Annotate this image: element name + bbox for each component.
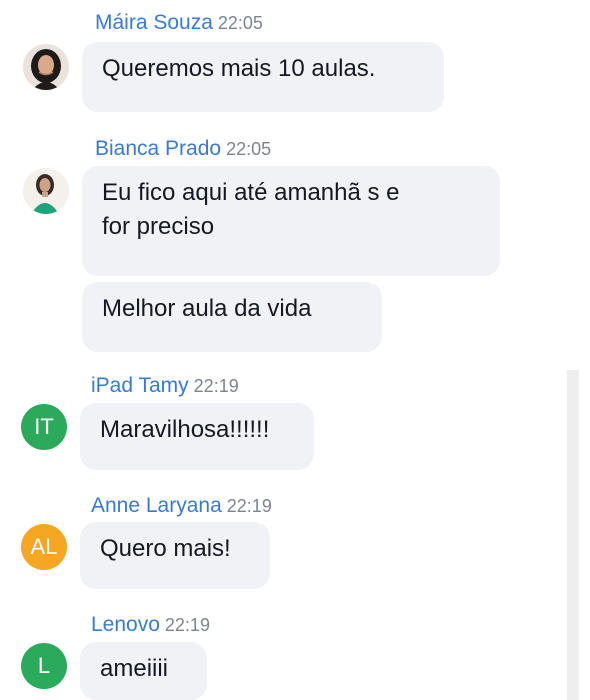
avatar[interactable] (23, 168, 69, 214)
avatar[interactable]: IT (21, 404, 67, 450)
message-text: Melhor aula da vida (102, 295, 312, 322)
message-text: Maravilhosa!!!!!! (100, 416, 270, 443)
avatar[interactable]: L (21, 643, 67, 689)
message-time: 22:05 (217, 13, 263, 33)
message-time: 22:19 (193, 376, 239, 396)
message-text: Quero mais! (100, 535, 231, 562)
scrollbar-track[interactable] (567, 370, 579, 700)
message-header: iPad Tamy 22:19 (91, 373, 239, 399)
message-bubble[interactable]: Eu fico aqui até amanhã s e for preciso (82, 166, 500, 276)
message-header: Anne Laryana 22:19 (91, 493, 272, 519)
message-header: Bianca Prado 22:05 (95, 136, 271, 162)
author-name[interactable]: iPad Tamy (91, 374, 189, 397)
chat-message-list: Máira Souza 22:05 Queremos mais 10 aulas.… (0, 0, 590, 700)
message-text: ameiiii (100, 655, 169, 682)
message-bubble[interactable]: Maravilhosa!!!!!! (80, 403, 314, 470)
message-header: Máira Souza 22:05 (95, 10, 263, 36)
avatar[interactable]: AL (21, 524, 67, 570)
avatar-initials: AL (30, 534, 58, 559)
author-name[interactable]: Anne Laryana (91, 494, 222, 517)
message-bubble[interactable]: Quero mais! (80, 522, 270, 589)
avatar-initials: L (37, 653, 51, 678)
message-text: Eu fico aqui até amanhã s e (102, 179, 400, 206)
message-time: 22:19 (164, 615, 210, 635)
message-time: 22:05 (226, 139, 272, 159)
message-text: for preciso (102, 213, 215, 240)
message-bubble[interactable]: Queremos mais 10 aulas. (82, 42, 444, 112)
message-time: 22:19 (226, 496, 272, 516)
avatar[interactable] (23, 44, 69, 90)
user-photo-icon (23, 44, 69, 90)
message-text: Queremos mais 10 aulas. (102, 55, 376, 82)
message-bubble[interactable]: ameiiii (80, 642, 207, 700)
message-header: Lenovo 22:19 (91, 612, 210, 638)
author-name[interactable]: Bianca Prado (95, 137, 221, 160)
author-name[interactable]: Lenovo (91, 613, 160, 636)
message-bubble[interactable]: Melhor aula da vida (82, 282, 382, 352)
user-photo-icon (23, 168, 69, 214)
author-name[interactable]: Máira Souza (95, 11, 213, 34)
avatar-initials: IT (34, 414, 54, 439)
